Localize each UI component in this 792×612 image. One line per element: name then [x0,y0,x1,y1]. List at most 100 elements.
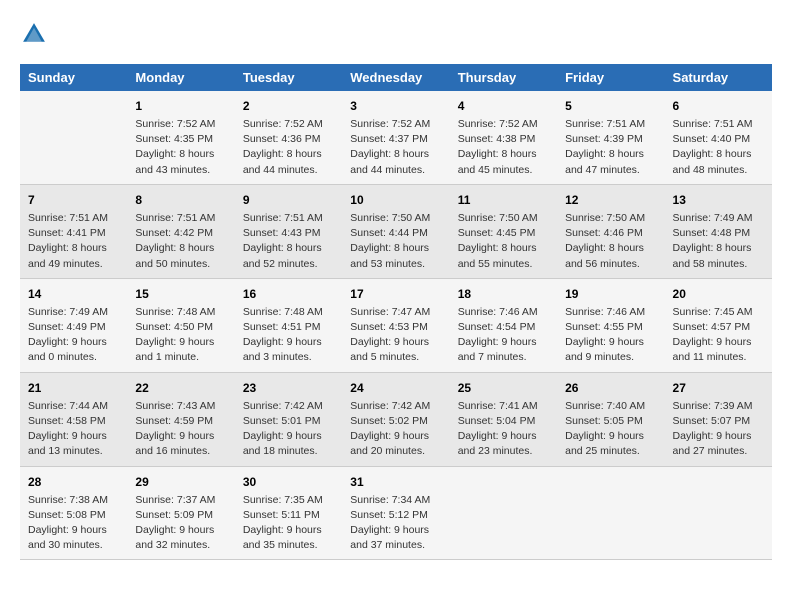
day-info: Sunrise: 7:46 AMSunset: 4:54 PMDaylight:… [458,305,549,366]
day-info: Sunrise: 7:52 AMSunset: 4:38 PMDaylight:… [458,117,549,178]
day-info: Sunrise: 7:42 AMSunset: 5:01 PMDaylight:… [243,399,334,460]
day-number: 24 [350,379,441,397]
calendar-week-row: 28 Sunrise: 7:38 AMSunset: 5:08 PMDayligh… [20,466,772,560]
calendar-week-row: 21 Sunrise: 7:44 AMSunset: 4:58 PMDayligh… [20,372,772,466]
calendar-week-row: 7 Sunrise: 7:51 AMSunset: 4:41 PMDaylight… [20,184,772,278]
day-number: 16 [243,285,334,303]
calendar-cell: 17 Sunrise: 7:47 AMSunset: 4:53 PMDayligh… [342,278,449,372]
day-info: Sunrise: 7:47 AMSunset: 4:53 PMDaylight:… [350,305,441,366]
calendar-table: SundayMondayTuesdayWednesdayThursdayFrid… [20,64,772,560]
day-info: Sunrise: 7:40 AMSunset: 5:05 PMDaylight:… [565,399,656,460]
calendar-week-row: 14 Sunrise: 7:49 AMSunset: 4:49 PMDayligh… [20,278,772,372]
day-info: Sunrise: 7:46 AMSunset: 4:55 PMDaylight:… [565,305,656,366]
calendar-cell: 3 Sunrise: 7:52 AMSunset: 4:37 PMDaylight… [342,91,449,184]
day-info: Sunrise: 7:51 AMSunset: 4:39 PMDaylight:… [565,117,656,178]
day-number: 9 [243,191,334,209]
calendar-cell: 21 Sunrise: 7:44 AMSunset: 4:58 PMDayligh… [20,372,127,466]
day-number: 27 [673,379,764,397]
calendar-cell: 2Sunrise: 7:52 AMSunset: 4:36 PMDaylight… [235,91,342,184]
day-of-week-header: Tuesday [235,64,342,91]
day-info: Sunrise: 7:44 AMSunset: 4:58 PMDaylight:… [28,399,119,460]
calendar-cell: 11Sunrise: 7:50 AMSunset: 4:45 PMDayligh… [450,184,557,278]
day-number: 12 [565,191,656,209]
calendar-cell: 24 Sunrise: 7:42 AMSunset: 5:02 PMDayligh… [342,372,449,466]
day-number: 3 [350,97,441,115]
calendar-cell: 8Sunrise: 7:51 AMSunset: 4:42 PMDaylight… [127,184,234,278]
day-info: Sunrise: 7:37 AMSunset: 5:09 PMDaylight:… [135,493,226,554]
day-info: Sunrise: 7:51 AMSunset: 4:43 PMDaylight:… [243,211,334,272]
calendar-header-row: SundayMondayTuesdayWednesdayThursdayFrid… [20,64,772,91]
logo-icon [20,20,48,48]
day-of-week-header: Friday [557,64,664,91]
calendar-cell: 12Sunrise: 7:50 AMSunset: 4:46 PMDayligh… [557,184,664,278]
calendar-cell: 22Sunrise: 7:43 AMSunset: 4:59 PMDayligh… [127,372,234,466]
day-number: 10 [350,191,441,209]
calendar-cell: 27 Sunrise: 7:39 AMSunset: 5:07 PMDayligh… [665,372,772,466]
day-info: Sunrise: 7:52 AMSunset: 4:37 PMDaylight:… [350,117,441,178]
calendar-cell: 30 Sunrise: 7:35 AMSunset: 5:11 PMDayligh… [235,466,342,560]
day-info: Sunrise: 7:41 AMSunset: 5:04 PMDaylight:… [458,399,549,460]
day-info: Sunrise: 7:38 AMSunset: 5:08 PMDaylight:… [28,493,119,554]
day-number: 19 [565,285,656,303]
day-number: 28 [28,473,119,491]
calendar-cell: 14 Sunrise: 7:49 AMSunset: 4:49 PMDayligh… [20,278,127,372]
day-number: 8 [135,191,226,209]
day-info: Sunrise: 7:43 AMSunset: 4:59 PMDaylight:… [135,399,226,460]
day-of-week-header: Sunday [20,64,127,91]
calendar-cell: 23 Sunrise: 7:42 AMSunset: 5:01 PMDayligh… [235,372,342,466]
day-number: 2 [243,97,334,115]
calendar-cell: 1Sunrise: 7:52 AMSunset: 4:35 PMDaylight… [127,91,234,184]
calendar-cell: 4 Sunrise: 7:52 AMSunset: 4:38 PMDaylight… [450,91,557,184]
calendar-week-row: 1Sunrise: 7:52 AMSunset: 4:35 PMDaylight… [20,91,772,184]
calendar-cell [20,91,127,184]
day-info: Sunrise: 7:52 AMSunset: 4:35 PMDaylight:… [135,117,226,178]
day-number: 31 [350,473,441,491]
calendar-cell: 25 Sunrise: 7:41 AMSunset: 5:04 PMDayligh… [450,372,557,466]
day-number: 13 [673,191,764,209]
day-number: 4 [458,97,549,115]
calendar-cell: 16 Sunrise: 7:48 AMSunset: 4:51 PMDayligh… [235,278,342,372]
day-info: Sunrise: 7:39 AMSunset: 5:07 PMDaylight:… [673,399,764,460]
day-number: 11 [458,191,549,209]
calendar-cell: 10 Sunrise: 7:50 AMSunset: 4:44 PMDayligh… [342,184,449,278]
day-number: 21 [28,379,119,397]
day-number: 14 [28,285,119,303]
day-number: 15 [135,285,226,303]
calendar-cell: 18Sunrise: 7:46 AMSunset: 4:54 PMDayligh… [450,278,557,372]
day-info: Sunrise: 7:50 AMSunset: 4:44 PMDaylight:… [350,211,441,272]
calendar-cell: 15 Sunrise: 7:48 AMSunset: 4:50 PMDayligh… [127,278,234,372]
day-number: 6 [673,97,764,115]
day-number: 7 [28,191,119,209]
day-info: Sunrise: 7:45 AMSunset: 4:57 PMDaylight:… [673,305,764,366]
day-info: Sunrise: 7:49 AMSunset: 4:49 PMDaylight:… [28,305,119,366]
day-number: 17 [350,285,441,303]
calendar-cell: 19 Sunrise: 7:46 AMSunset: 4:55 PMDayligh… [557,278,664,372]
calendar-cell: 7 Sunrise: 7:51 AMSunset: 4:41 PMDaylight… [20,184,127,278]
day-number: 5 [565,97,656,115]
calendar-cell: 13 Sunrise: 7:49 AMSunset: 4:48 PMDayligh… [665,184,772,278]
day-info: Sunrise: 7:48 AMSunset: 4:51 PMDaylight:… [243,305,334,366]
day-of-week-header: Saturday [665,64,772,91]
calendar-cell: 31 Sunrise: 7:34 AMSunset: 5:12 PMDayligh… [342,466,449,560]
logo [20,20,52,48]
day-info: Sunrise: 7:42 AMSunset: 5:02 PMDaylight:… [350,399,441,460]
calendar-cell [665,466,772,560]
day-info: Sunrise: 7:51 AMSunset: 4:40 PMDaylight:… [673,117,764,178]
calendar-cell [557,466,664,560]
day-info: Sunrise: 7:48 AMSunset: 4:50 PMDaylight:… [135,305,226,366]
calendar-cell: 28 Sunrise: 7:38 AMSunset: 5:08 PMDayligh… [20,466,127,560]
calendar-cell: 9 Sunrise: 7:51 AMSunset: 4:43 PMDaylight… [235,184,342,278]
day-number: 25 [458,379,549,397]
day-number: 20 [673,285,764,303]
day-info: Sunrise: 7:35 AMSunset: 5:11 PMDaylight:… [243,493,334,554]
calendar-cell: 26Sunrise: 7:40 AMSunset: 5:05 PMDayligh… [557,372,664,466]
day-number: 29 [135,473,226,491]
day-number: 30 [243,473,334,491]
day-info: Sunrise: 7:34 AMSunset: 5:12 PMDaylight:… [350,493,441,554]
calendar-cell: 29 Sunrise: 7:37 AMSunset: 5:09 PMDayligh… [127,466,234,560]
calendar-cell: 5 Sunrise: 7:51 AMSunset: 4:39 PMDaylight… [557,91,664,184]
day-number: 23 [243,379,334,397]
day-info: Sunrise: 7:49 AMSunset: 4:48 PMDaylight:… [673,211,764,272]
calendar-cell: 6 Sunrise: 7:51 AMSunset: 4:40 PMDaylight… [665,91,772,184]
day-info: Sunrise: 7:51 AMSunset: 4:41 PMDaylight:… [28,211,119,272]
